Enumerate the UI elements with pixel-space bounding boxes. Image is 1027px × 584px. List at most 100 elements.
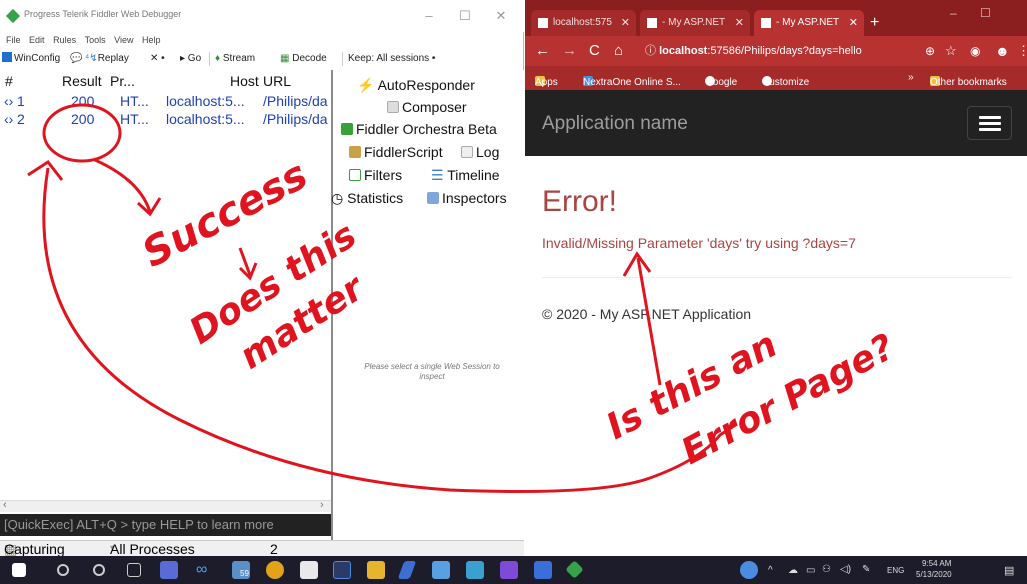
home-icon[interactable]: ⌂ <box>614 42 623 60</box>
session-list-header: # Result Pr... Host URL <box>0 70 331 90</box>
network-icon[interactable]: ⚇ <box>822 564 831 575</box>
minimize-button[interactable]: – <box>414 6 444 26</box>
remove-button[interactable]: ✕ • <box>150 52 165 66</box>
tab-fiddler-orchestra[interactable]: Fiddler Orchestra Beta <box>341 118 497 140</box>
reload-icon[interactable]: C <box>589 42 600 60</box>
teams-chat-icon[interactable] <box>432 561 450 579</box>
browser-tab[interactable]: localhost:575 ✕ <box>531 10 636 36</box>
col-number[interactable]: # <box>5 73 13 89</box>
browser-tab[interactable]: - My ASP.NET ✕ <box>640 10 750 36</box>
menu-kebab-icon[interactable]: ⋮ <box>1017 42 1027 60</box>
browser-tab-active[interactable]: - My ASP.NET ✕ <box>754 10 864 36</box>
menu-rules[interactable]: Rules <box>53 32 76 48</box>
pen-icon[interactable]: ✎ <box>862 564 870 575</box>
bookmark-label: NextraOne Online S... <box>583 77 681 88</box>
stream-button[interactable]: ♦ Stream <box>215 52 255 66</box>
store-icon[interactable] <box>300 561 318 579</box>
tab-label: Log <box>476 144 500 160</box>
photoshop-icon[interactable] <box>333 561 351 579</box>
tab-timeline[interactable]: ☰ Timeline <box>431 164 500 186</box>
volume-icon[interactable]: ◁) <box>840 564 851 575</box>
maximize-button[interactable]: ☐ <box>980 6 991 20</box>
session-row[interactable]: ‹› 2 200 HT... localhost:5... /Philips/d… <box>0 110 331 128</box>
onenote-icon[interactable] <box>466 561 484 579</box>
col-url[interactable]: URL <box>263 73 291 89</box>
tab-composer[interactable]: Composer <box>387 96 467 118</box>
session-list[interactable]: # Result Pr... Host URL ‹› 1 200 HT... l… <box>0 70 333 540</box>
task-view-icon[interactable] <box>127 563 141 577</box>
page-icon <box>761 18 771 28</box>
app-icon[interactable] <box>534 561 552 579</box>
inspectors-icon <box>427 192 439 204</box>
menu-file[interactable]: File <box>6 32 21 48</box>
process-filter-label: All Processes <box>110 541 195 557</box>
infinity-icon[interactable]: ∞ <box>196 561 214 579</box>
decode-button[interactable]: ▦ Decode <box>280 52 327 66</box>
menu-view[interactable]: View <box>114 32 133 48</box>
menu-help[interactable]: Help <box>142 32 161 48</box>
col-protocol[interactable]: Pr... <box>110 73 135 89</box>
tab-statistics[interactable]: ◷ Statistics <box>331 187 403 209</box>
help-icon[interactable] <box>740 561 758 579</box>
replay-button[interactable]: ⁴↯Replay <box>85 52 129 66</box>
back-icon[interactable]: ← <box>535 42 550 60</box>
close-tab-icon[interactable]: ✕ <box>621 10 630 36</box>
chrome-window: localhost:575 ✕ - My ASP.NET ✕ - My ASP.… <box>525 0 1027 556</box>
comment-icon[interactable]: 💬 <box>70 52 82 66</box>
orchestra-icon <box>341 123 353 135</box>
scroll-right-icon[interactable]: › <box>320 499 324 511</box>
visual-studio-icon[interactable] <box>500 561 518 579</box>
app-brand-link[interactable]: Application name <box>542 113 688 135</box>
bookmarks-overflow[interactable]: » <box>908 71 914 85</box>
col-host[interactable]: Host <box>230 73 259 89</box>
keep-sessions-dropdown[interactable]: Keep: All sessions • <box>348 52 435 66</box>
address-bar[interactable]: ⓘ localhost:57586/Philips/days?days=hell… <box>645 40 920 62</box>
quickexec-input[interactable]: [QuickExec] ALT+Q > type HELP to learn m… <box>0 514 331 536</box>
fiddler-taskbar-icon[interactable] <box>565 560 584 579</box>
zoom-icon[interactable]: ⊕ <box>925 42 935 60</box>
tab-log[interactable]: Log <box>461 141 499 163</box>
session-row[interactable]: ‹› 1 200 HT... localhost:5... /Philips/d… <box>0 92 331 110</box>
menu-edit[interactable]: Edit <box>29 32 45 48</box>
search-icon[interactable] <box>57 564 69 576</box>
action-center-icon[interactable]: ▤ <box>1004 564 1014 577</box>
tab-title: - My ASP.NET <box>662 17 726 28</box>
clock-date[interactable]: 5/13/2020 <box>916 570 952 579</box>
clock-time[interactable]: 9:54 AM <box>922 559 951 568</box>
chrome-icon[interactable] <box>266 561 284 579</box>
menu-tools[interactable]: Tools <box>85 32 106 48</box>
hamburger-menu-button[interactable] <box>967 106 1012 140</box>
notepad-icon[interactable] <box>397 561 417 579</box>
onedrive-icon[interactable]: ☁ <box>788 565 798 576</box>
capturing-label: Capturing <box>4 541 65 557</box>
close-tab-icon[interactable]: ✕ <box>849 10 858 36</box>
footer-divider <box>542 277 1012 278</box>
bookmark-star-icon[interactable]: ☆ <box>945 42 957 60</box>
language-indicator[interactable]: ENG <box>887 566 904 575</box>
fiddler-titlebar[interactable]: Progress Telerik Fiddler Web Debugger – … <box>0 0 524 32</box>
teams-icon[interactable] <box>160 561 178 579</box>
forward-icon[interactable]: → <box>562 42 577 60</box>
new-tab-button[interactable]: + <box>870 14 879 32</box>
minimize-button[interactable]: – <box>950 6 957 20</box>
battery-icon[interactable]: ▭ <box>806 565 815 576</box>
cortana-icon[interactable] <box>93 564 105 576</box>
col-result[interactable]: Result <box>62 73 102 89</box>
tray-chevron-icon[interactable]: ^ <box>768 565 773 576</box>
app-icon[interactable]: 59 <box>232 561 250 579</box>
profile-avatar[interactable]: ☻ <box>995 42 1010 60</box>
close-tab-icon[interactable]: ✕ <box>735 10 744 36</box>
tab-inspectors[interactable]: Inspectors <box>427 187 507 209</box>
tab-autoresponder[interactable]: ⚡ AutoResponder <box>357 74 475 96</box>
tab-filters[interactable]: Filters <box>349 164 402 186</box>
go-button[interactable]: ▸ Go <box>180 52 201 66</box>
extension-icon[interactable]: ◉ <box>970 42 980 60</box>
winconfig-button[interactable]: WinConfig <box>2 52 60 66</box>
horizontal-scrollbar[interactable]: ‹ › <box>0 499 331 512</box>
start-icon[interactable] <box>12 563 26 577</box>
tab-fiddlerscript[interactable]: FiddlerScript <box>349 141 443 163</box>
file-explorer-icon[interactable] <box>367 561 385 579</box>
close-button[interactable]: ✕ <box>486 6 516 26</box>
maximize-button[interactable]: ☐ <box>450 6 480 26</box>
scroll-left-icon[interactable]: ‹ <box>3 499 7 511</box>
